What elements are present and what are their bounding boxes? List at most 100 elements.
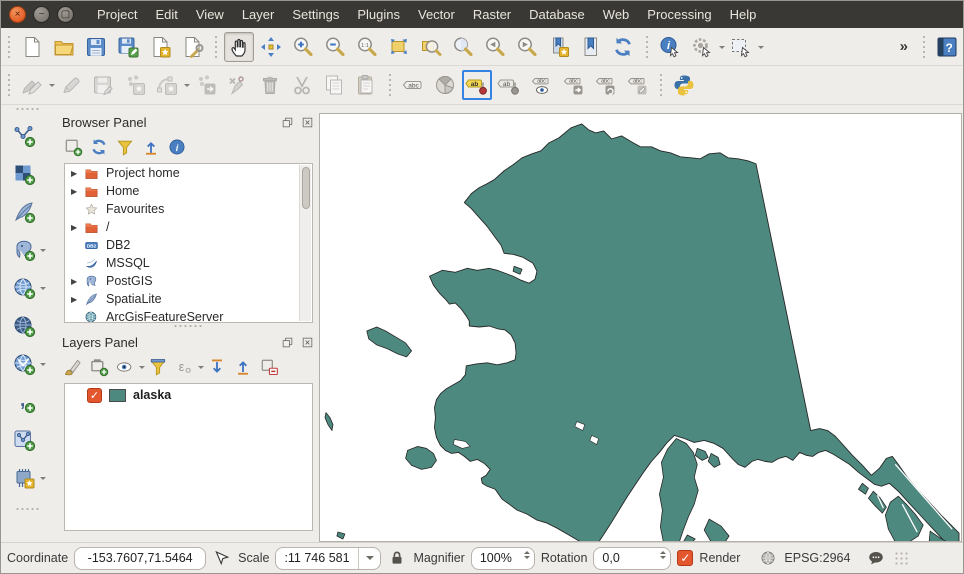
browser-properties-button[interactable]: i: [164, 134, 190, 160]
expand-arrow-icon[interactable]: ▶: [71, 277, 84, 286]
project-save-as-button[interactable]: [113, 32, 143, 62]
menu-database[interactable]: Database: [520, 2, 594, 27]
expression-filter-button[interactable]: ε: [171, 354, 197, 380]
legend-filter-button[interactable]: [145, 354, 171, 380]
minimize-window-button[interactable]: −: [33, 6, 50, 23]
label-rotate-button[interactable]: abc: [590, 70, 620, 100]
bookmark-show-button[interactable]: [576, 32, 606, 62]
menu-layer[interactable]: Layer: [233, 2, 284, 27]
toolbar-handle[interactable]: [386, 74, 393, 96]
label-pin-button[interactable]: ab: [494, 70, 524, 100]
layout-new-button[interactable]: [145, 32, 175, 62]
collapse-tree-button[interactable]: [138, 134, 164, 160]
zoom-in-button[interactable]: [288, 32, 318, 62]
style-dock-button[interactable]: [60, 354, 86, 380]
menu-plugins[interactable]: Plugins: [348, 2, 409, 27]
pan-to-selection-button[interactable]: [256, 32, 286, 62]
float-panel-button[interactable]: [279, 334, 295, 350]
add-vector-layer-button[interactable]: [9, 121, 39, 151]
lock-scale-icon[interactable]: [387, 548, 407, 568]
layer-row-alaska[interactable]: ✓alaska: [65, 384, 312, 406]
python-console-button[interactable]: [669, 70, 699, 100]
crs-status[interactable]: EPSG:2964: [784, 551, 850, 565]
new-virtual-layer-button[interactable]: [9, 463, 39, 493]
expand-arrow-icon[interactable]: ▶: [71, 223, 84, 232]
labeling-options-button[interactable]: ab: [462, 70, 492, 100]
maximize-window-button[interactable]: ▢: [57, 6, 74, 23]
browser-item-spatialite[interactable]: ▶SpatiaLite: [65, 290, 312, 308]
browser-scrollbar[interactable]: [299, 165, 311, 321]
project-open-button[interactable]: [49, 32, 79, 62]
feature-action-button[interactable]: [687, 32, 717, 62]
browser-item-project-home[interactable]: ▶Project home: [65, 164, 312, 182]
label-abc-button[interactable]: abc: [398, 70, 428, 100]
spin-arrows[interactable]: [660, 551, 666, 559]
add-raster-layer-button[interactable]: [9, 159, 39, 189]
label-change-button[interactable]: abc: [622, 70, 652, 100]
menu-view[interactable]: View: [187, 2, 233, 27]
zoom-out-button[interactable]: [320, 32, 350, 62]
remove-layer-button[interactable]: [256, 354, 282, 380]
browser-item-favourites[interactable]: Favourites: [65, 200, 312, 218]
dropdown-arrow-icon[interactable]: [40, 249, 46, 255]
dropdown-arrow-icon[interactable]: [719, 46, 725, 52]
toolbar-handle[interactable]: [5, 74, 12, 96]
close-window-button[interactable]: ×: [9, 6, 26, 23]
add-wms-layer-button[interactable]: [9, 273, 39, 303]
zoom-to-layer-button[interactable]: [416, 32, 446, 62]
menu-processing[interactable]: Processing: [638, 2, 720, 27]
zoom-full-button[interactable]: [384, 32, 414, 62]
toolbar-handle[interactable]: [657, 74, 664, 96]
close-panel-button[interactable]: [299, 114, 315, 130]
browser-item-postgis[interactable]: ▶PostGIS: [65, 272, 312, 290]
crs-globe-icon[interactable]: [758, 548, 778, 568]
toolbar-handle[interactable]: [15, 107, 41, 113]
collapse-all-button[interactable]: [230, 354, 256, 380]
rotation-spinbox[interactable]: 0,0: [593, 547, 671, 570]
menu-help[interactable]: Help: [721, 2, 766, 27]
refresh-browser-button[interactable]: [86, 134, 112, 160]
add-wcs-layer-button[interactable]: [9, 311, 39, 341]
messages-icon[interactable]: [866, 548, 886, 568]
magnifier-spinbox[interactable]: 100%: [471, 547, 535, 570]
toolbar-handle[interactable]: [643, 36, 650, 58]
browser-item-db2[interactable]: DB2DB2: [65, 236, 312, 254]
dropdown-arrow-icon[interactable]: [40, 287, 46, 293]
menu-vector[interactable]: Vector: [409, 2, 464, 27]
menu-project[interactable]: Project: [88, 2, 146, 27]
add-postgis-layer-button[interactable]: [9, 235, 39, 265]
extents-toggle-icon[interactable]: [212, 548, 232, 568]
label-show-hide-button[interactable]: abc: [526, 70, 556, 100]
menu-settings[interactable]: Settings: [283, 2, 348, 27]
label-move-button[interactable]: abc: [558, 70, 588, 100]
toolbar-overflow-button[interactable]: »: [892, 38, 916, 55]
browser-item--[interactable]: ▶/: [65, 218, 312, 236]
filter-browser-button[interactable]: [112, 134, 138, 160]
float-panel-button[interactable]: [279, 114, 295, 130]
toolbar-handle[interactable]: [15, 507, 41, 513]
menu-edit[interactable]: Edit: [146, 2, 186, 27]
coordinate-input[interactable]: -153.7607,71.5464: [74, 547, 206, 570]
dropdown-arrow-icon[interactable]: [184, 84, 190, 90]
browser-item-mssql[interactable]: MSSQL: [65, 254, 312, 272]
expand-arrow-icon[interactable]: ▶: [71, 295, 84, 304]
help-contents-button[interactable]: ?: [932, 32, 962, 62]
toolbar-handle[interactable]: [5, 36, 12, 58]
add-delimited-text-layer-button[interactable]: ,: [9, 387, 39, 417]
resize-grip[interactable]: [894, 551, 908, 565]
scale-combobox[interactable]: :11 746 581: [275, 547, 381, 570]
dropdown-arrow-icon[interactable]: [40, 477, 46, 483]
menu-web[interactable]: Web: [594, 2, 639, 27]
map-canvas[interactable]: [319, 113, 962, 542]
diagram-pie-button[interactable]: [430, 70, 460, 100]
expand-arrow-icon[interactable]: ▶: [71, 187, 84, 196]
add-spatialite-layer-button[interactable]: [9, 197, 39, 227]
toolbar-handle[interactable]: [212, 36, 219, 58]
zoom-next-button[interactable]: [512, 32, 542, 62]
layer-visibility-checkbox[interactable]: ✓: [87, 388, 102, 403]
layout-manager-button[interactable]: [177, 32, 207, 62]
bookmark-new-button[interactable]: [544, 32, 574, 62]
toolbar-handle[interactable]: [920, 36, 927, 58]
close-panel-button[interactable]: [299, 334, 315, 350]
add-wfs-layer-button[interactable]: [9, 349, 39, 379]
